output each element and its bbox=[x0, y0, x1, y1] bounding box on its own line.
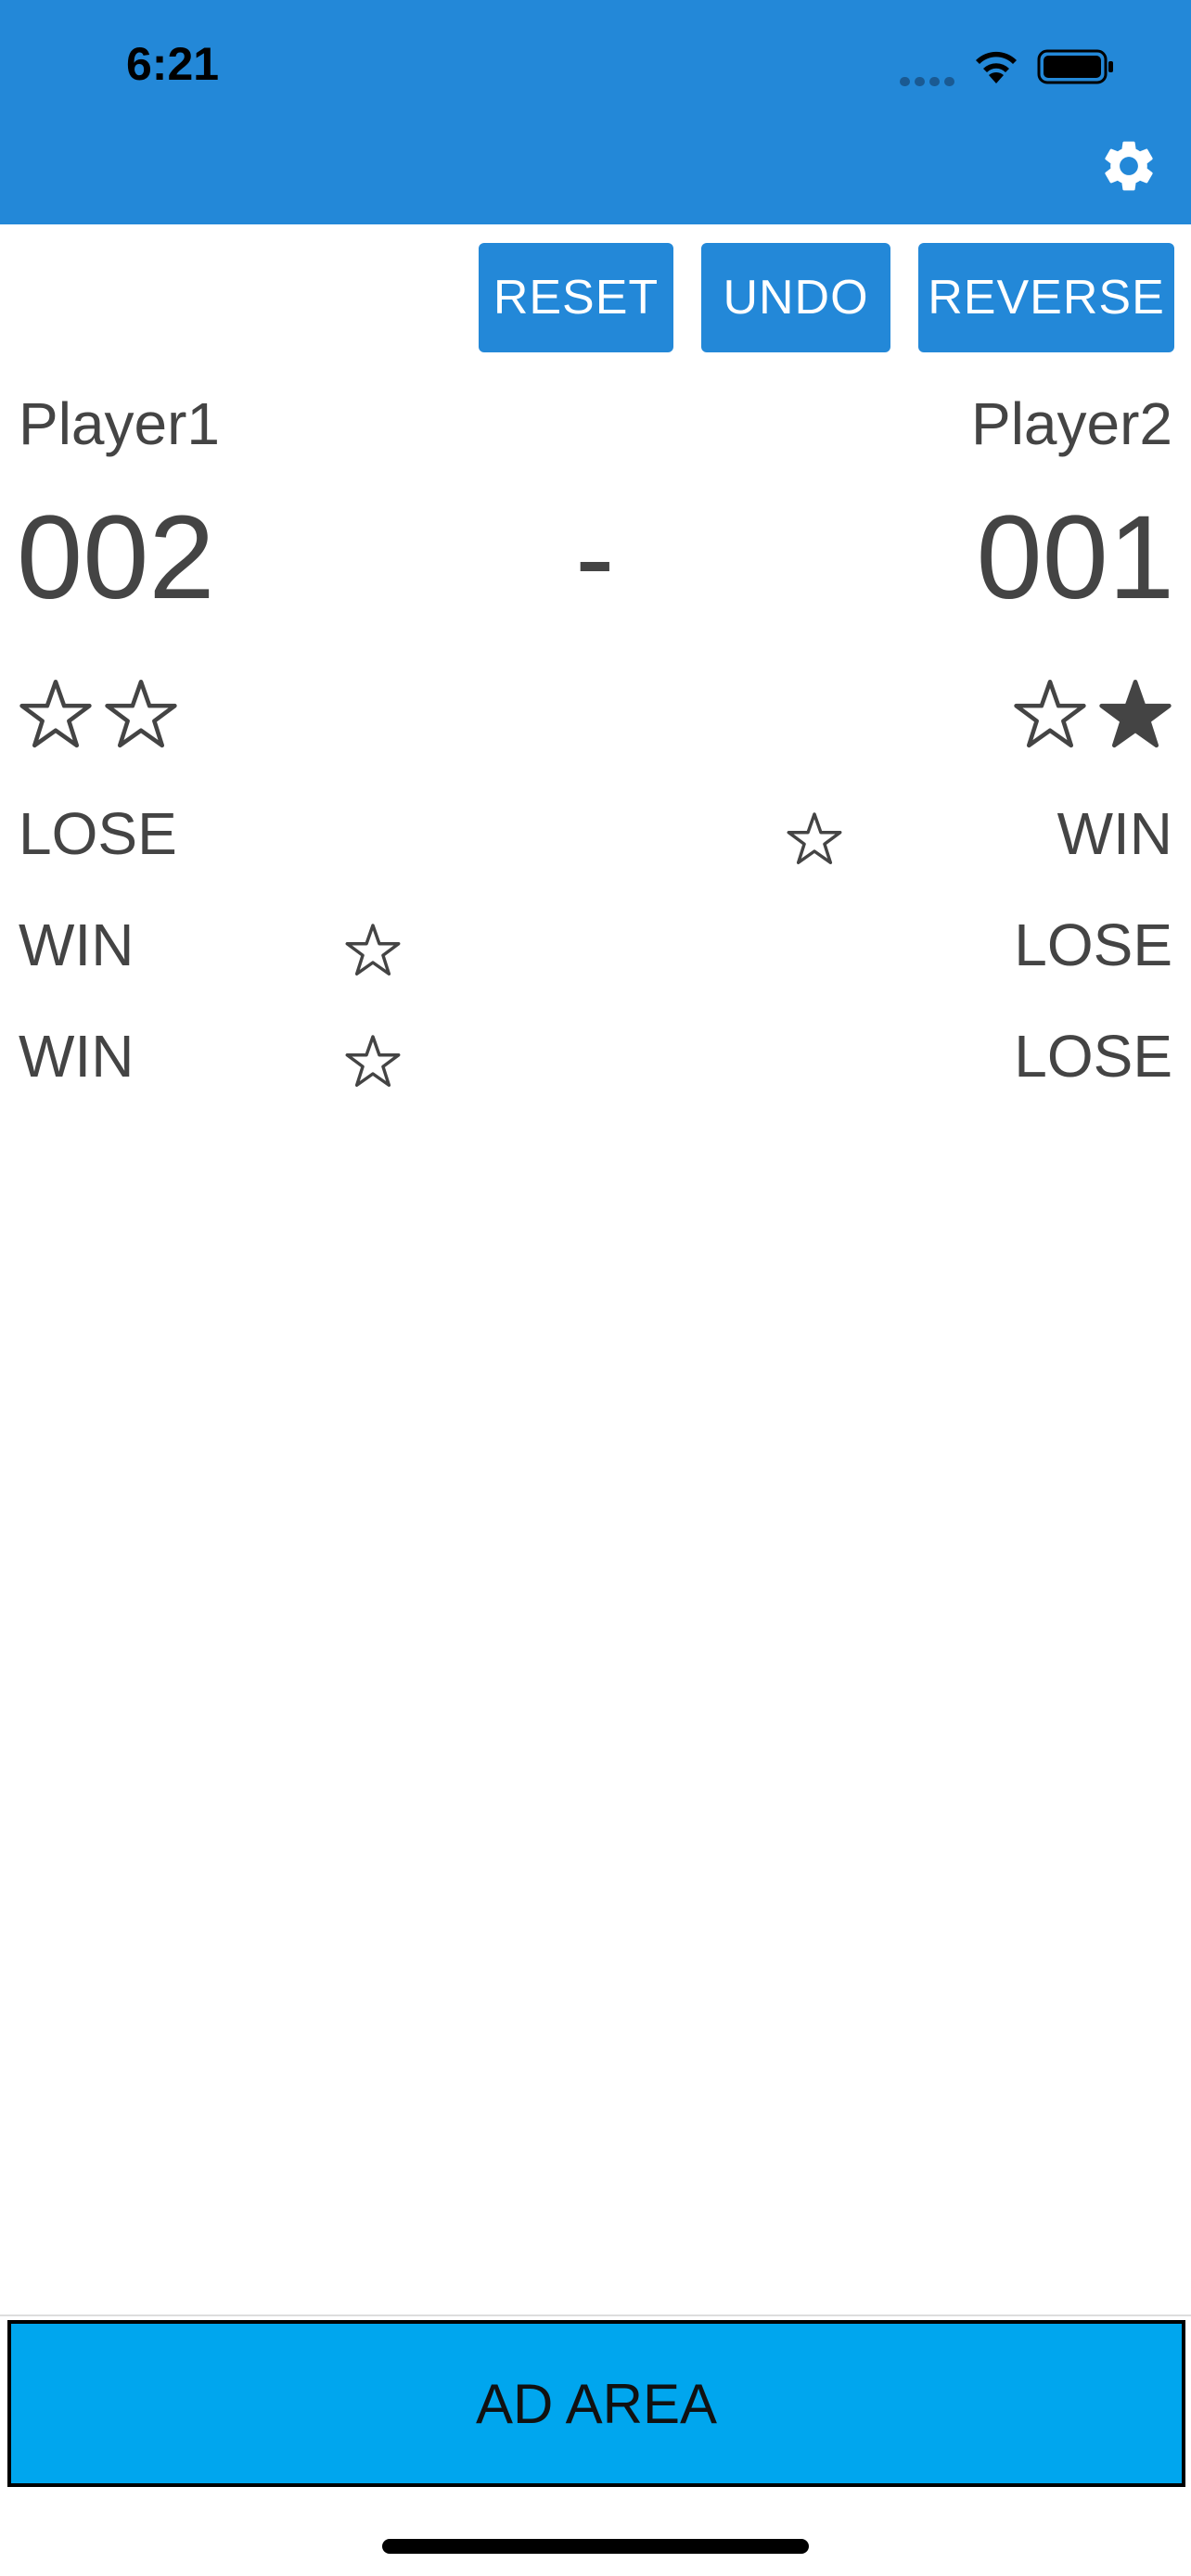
app-header: 6:21 bbox=[0, 0, 1191, 224]
reset-button[interactable]: RESET bbox=[479, 243, 673, 352]
history-left-result: LOSE bbox=[19, 800, 177, 867]
player1-score[interactable]: 002 bbox=[17, 499, 215, 618]
star-outline-icon bbox=[1014, 679, 1086, 748]
gear-icon[interactable] bbox=[1098, 135, 1159, 197]
player2-stars bbox=[1011, 677, 1174, 762]
wifi-icon bbox=[976, 51, 1017, 83]
history-right-result: WIN bbox=[1057, 800, 1172, 867]
history-right-result: LOSE bbox=[1014, 1023, 1172, 1090]
star-outline-icon bbox=[345, 924, 401, 976]
player1-stars bbox=[17, 677, 180, 762]
star-outline-icon bbox=[19, 679, 92, 748]
history-row: LOSE WIN bbox=[0, 799, 1191, 892]
star-outline-icon bbox=[345, 1035, 401, 1088]
ad-banner[interactable]: AD AREA bbox=[7, 2320, 1185, 2487]
player1-name[interactable]: Player1 bbox=[19, 389, 220, 458]
star-outline-icon bbox=[105, 679, 177, 748]
undo-button[interactable]: UNDO bbox=[701, 243, 890, 352]
history-right-result: LOSE bbox=[1014, 912, 1172, 978]
status-time: 6:21 bbox=[126, 38, 220, 90]
ad-divider bbox=[0, 2315, 1191, 2316]
battery-icon bbox=[1037, 49, 1113, 84]
star-filled-icon bbox=[1099, 679, 1172, 748]
score-separator: - bbox=[575, 491, 615, 624]
player2-name[interactable]: Player2 bbox=[971, 389, 1172, 458]
history-row: WIN LOSE bbox=[0, 911, 1191, 1003]
home-indicator bbox=[382, 2539, 809, 2554]
history-left-result: WIN bbox=[19, 912, 134, 978]
history-left-result: WIN bbox=[19, 1023, 134, 1090]
reverse-button[interactable]: REVERSE bbox=[918, 243, 1174, 352]
cellular-signal-icon bbox=[900, 74, 959, 86]
player2-score[interactable]: 001 bbox=[976, 499, 1174, 618]
star-outline-icon bbox=[787, 812, 842, 865]
history-row: WIN LOSE bbox=[0, 1022, 1191, 1115]
app-screen: 6:21 RESET UNDO REVERSE Player1 Player2 … bbox=[0, 0, 1191, 2576]
